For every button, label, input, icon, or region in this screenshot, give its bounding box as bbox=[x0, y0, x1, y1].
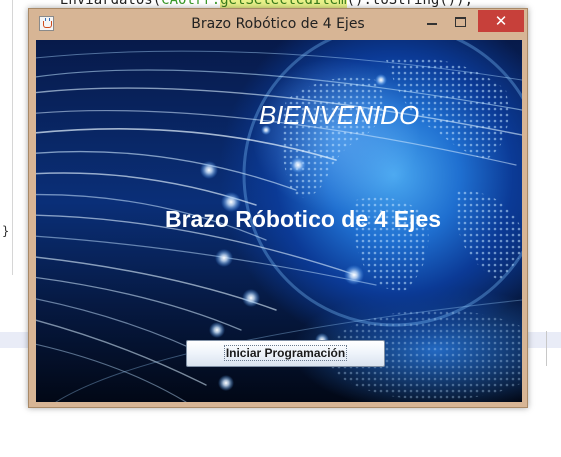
editor-margin-line bbox=[546, 331, 547, 366]
code-fragment-object: CAOtrr. bbox=[161, 0, 221, 8]
title-bar[interactable]: Brazo Robótico de 4 Ejes ✕ bbox=[29, 9, 527, 39]
close-icon: ✕ bbox=[494, 12, 508, 30]
editor-gutter bbox=[12, 0, 13, 275]
maximize-button[interactable] bbox=[448, 12, 474, 32]
code-fragment-tail: ().toString()); bbox=[346, 0, 474, 8]
welcome-text: BIENVENIDO bbox=[258, 100, 420, 130]
code-fragment-call: Enviardatos( bbox=[60, 0, 162, 8]
code-fragment-method: getSelectedItem bbox=[220, 0, 347, 8]
app-heading: Brazo Róbotico de 4 Ejes bbox=[164, 206, 442, 232]
minimize-button[interactable] bbox=[419, 12, 445, 32]
close-button[interactable]: ✕ bbox=[478, 10, 524, 32]
start-programming-button[interactable]: Iniciar Programación bbox=[186, 340, 385, 367]
desktop-page: Enviardatos(CAOtrr.getSelectedItem().toS… bbox=[0, 0, 561, 457]
app-window: Brazo Robótico de 4 Ejes ✕ BIENVENIDO Br… bbox=[28, 8, 528, 408]
editor-code-line: Enviardatos(CAOtrr.getSelectedItem().toS… bbox=[60, 0, 473, 8]
start-programming-label: Iniciar Programación bbox=[223, 345, 348, 361]
welcome-panel: BIENVENIDO Brazo Róbotico de 4 Ejes Inic… bbox=[36, 40, 522, 402]
editor-closing-brace: } bbox=[2, 224, 10, 238]
globe-continents bbox=[282, 58, 522, 291]
